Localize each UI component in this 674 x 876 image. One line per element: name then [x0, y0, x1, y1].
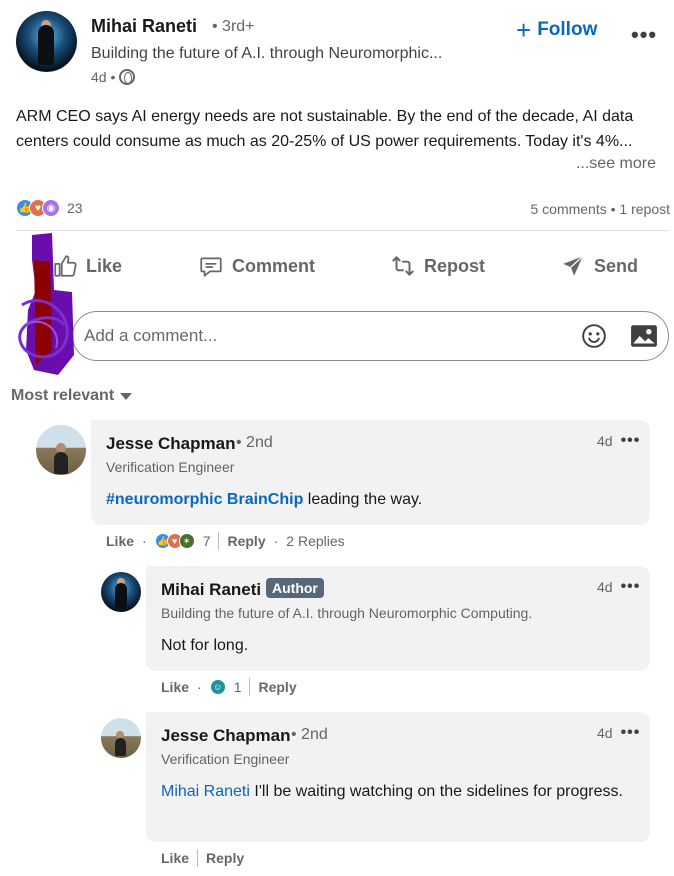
hashtag-link[interactable]: #neuromorphic BrainChip [106, 491, 303, 508]
post-body: ARM CEO says AI energy needs are not sus… [16, 108, 634, 150]
reply-commenter-degree: • 2nd [291, 726, 328, 743]
reply-body: Mihai Raneti I'll be waiting watching on… [161, 779, 631, 804]
celebrate-reaction-icon: ✶ [178, 533, 195, 549]
author-headline: Building the future of A.I. through Neur… [91, 45, 443, 62]
separator [218, 532, 220, 550]
reply-commenter-avatar[interactable] [101, 718, 141, 758]
comment-text: leading the way. [303, 491, 423, 508]
reply-reaction-count: 1 [233, 679, 242, 695]
avatar-figure [54, 452, 68, 474]
emoji-icon[interactable] [581, 323, 607, 349]
comment-label: Comment [232, 255, 316, 276]
globe-icon [119, 69, 136, 85]
plus-icon: + [516, 15, 532, 45]
post-time-label: 4d • [91, 69, 116, 85]
avatar-figure [115, 583, 127, 609]
funny-reaction-icon: ☺ [209, 679, 226, 695]
repost-button[interactable]: Repost [390, 253, 485, 279]
separator [197, 849, 199, 867]
reaction-summary[interactable]: 👍 ♥ ◉ 23 [16, 199, 83, 217]
reaction-count: 23 [67, 200, 83, 216]
comment-time: 4d [597, 433, 613, 449]
reply-time: 4d [597, 725, 613, 741]
reply-author-name[interactable]: Mihai Raneti [161, 580, 261, 600]
reply-meta: 4d ••• [597, 724, 640, 742]
comment-more-icon[interactable]: ••• [621, 432, 641, 450]
post-time: 4d • [91, 69, 136, 85]
sort-label: Most relevant [11, 387, 115, 404]
dot-separator: · [142, 533, 147, 549]
commenter-name[interactable]: Jesse Chapman [106, 434, 235, 454]
divider [16, 230, 669, 231]
follow-button[interactable]: + Follow [516, 15, 598, 45]
author-badge: Author [266, 578, 324, 598]
reply-meta: 4d ••• [597, 578, 640, 596]
comment-body: #neuromorphic BrainChip leading the way. [106, 487, 422, 512]
reply-more-icon[interactable]: ••• [621, 578, 641, 596]
post-more-menu-icon[interactable]: ••• [631, 22, 657, 48]
comment-reactions[interactable]: 👍 ♥ ✶ [154, 533, 195, 549]
comment-meta: 4d ••• [597, 432, 640, 450]
caret-down-icon [120, 392, 133, 400]
reply-reply-button[interactable]: Reply [206, 850, 244, 866]
like-label: Like [86, 255, 123, 276]
comment-reply-button[interactable]: Reply [227, 533, 265, 549]
comment-like-button[interactable]: Like [106, 533, 134, 549]
support-reaction-icon: ◉ [42, 199, 60, 217]
reply-actions: Like · ☺ 1 Reply [161, 678, 297, 696]
reply-more-icon[interactable]: ••• [621, 724, 641, 742]
commenter-avatar[interactable] [36, 425, 86, 475]
reply-like-button[interactable]: Like [161, 679, 189, 695]
sort-dropdown[interactable]: Most relevant [11, 387, 133, 405]
avatar-figure [38, 25, 54, 65]
reply-time: 4d [597, 579, 613, 595]
commenter-degree: • 2nd [236, 434, 273, 451]
scribble-overlay [18, 233, 74, 375]
reply-reactions[interactable]: ☺ [209, 679, 226, 695]
author-avatar[interactable] [16, 11, 77, 72]
avatar-figure [115, 738, 126, 756]
reply-reply-button[interactable]: Reply [258, 679, 296, 695]
reply-author-headline: Building the future of A.I. through Neur… [161, 605, 533, 621]
comments-reposts-count[interactable]: 5 comments • 1 repost [530, 201, 670, 217]
send-icon [563, 255, 584, 276]
send-label: Send [594, 255, 639, 276]
connection-degree: • 3rd+ [212, 18, 255, 35]
see-more-link[interactable]: ...see more [576, 155, 656, 173]
reply-author-avatar[interactable] [101, 572, 141, 612]
follow-label: Follow [537, 19, 598, 40]
reply-actions: Like Reply [161, 849, 244, 867]
reply-text: I'll be waiting watching on the sideline… [249, 783, 623, 800]
replies-link[interactable]: 2 Replies [286, 533, 344, 549]
comment-reaction-count: 7 [202, 533, 211, 549]
reply-like-button[interactable]: Like [161, 850, 189, 866]
dot-separator: · [273, 533, 279, 549]
send-button[interactable]: Send [560, 253, 638, 279]
repost-icon [392, 256, 414, 276]
reply-body: Not for long. [161, 637, 249, 654]
repost-label: Repost [424, 255, 486, 276]
comment-icon [200, 257, 222, 277]
comment-input-placeholder[interactable]: Add a comment... [84, 326, 217, 346]
dot-separator: · [197, 679, 202, 695]
reply-commenter-headline: Verification Engineer [161, 751, 290, 767]
commenter-headline: Verification Engineer [106, 459, 235, 475]
comment-actions: Like · 👍 ♥ ✶ 7 Reply · 2 Replies [106, 532, 345, 550]
image-icon[interactable] [630, 323, 658, 349]
comment-button[interactable]: Comment [198, 253, 315, 279]
reply-commenter-name[interactable]: Jesse Chapman [161, 726, 290, 746]
post-author-name[interactable]: Mihai Raneti [91, 16, 197, 37]
separator [249, 678, 251, 696]
mention-link[interactable]: Mihai Raneti [161, 783, 250, 800]
